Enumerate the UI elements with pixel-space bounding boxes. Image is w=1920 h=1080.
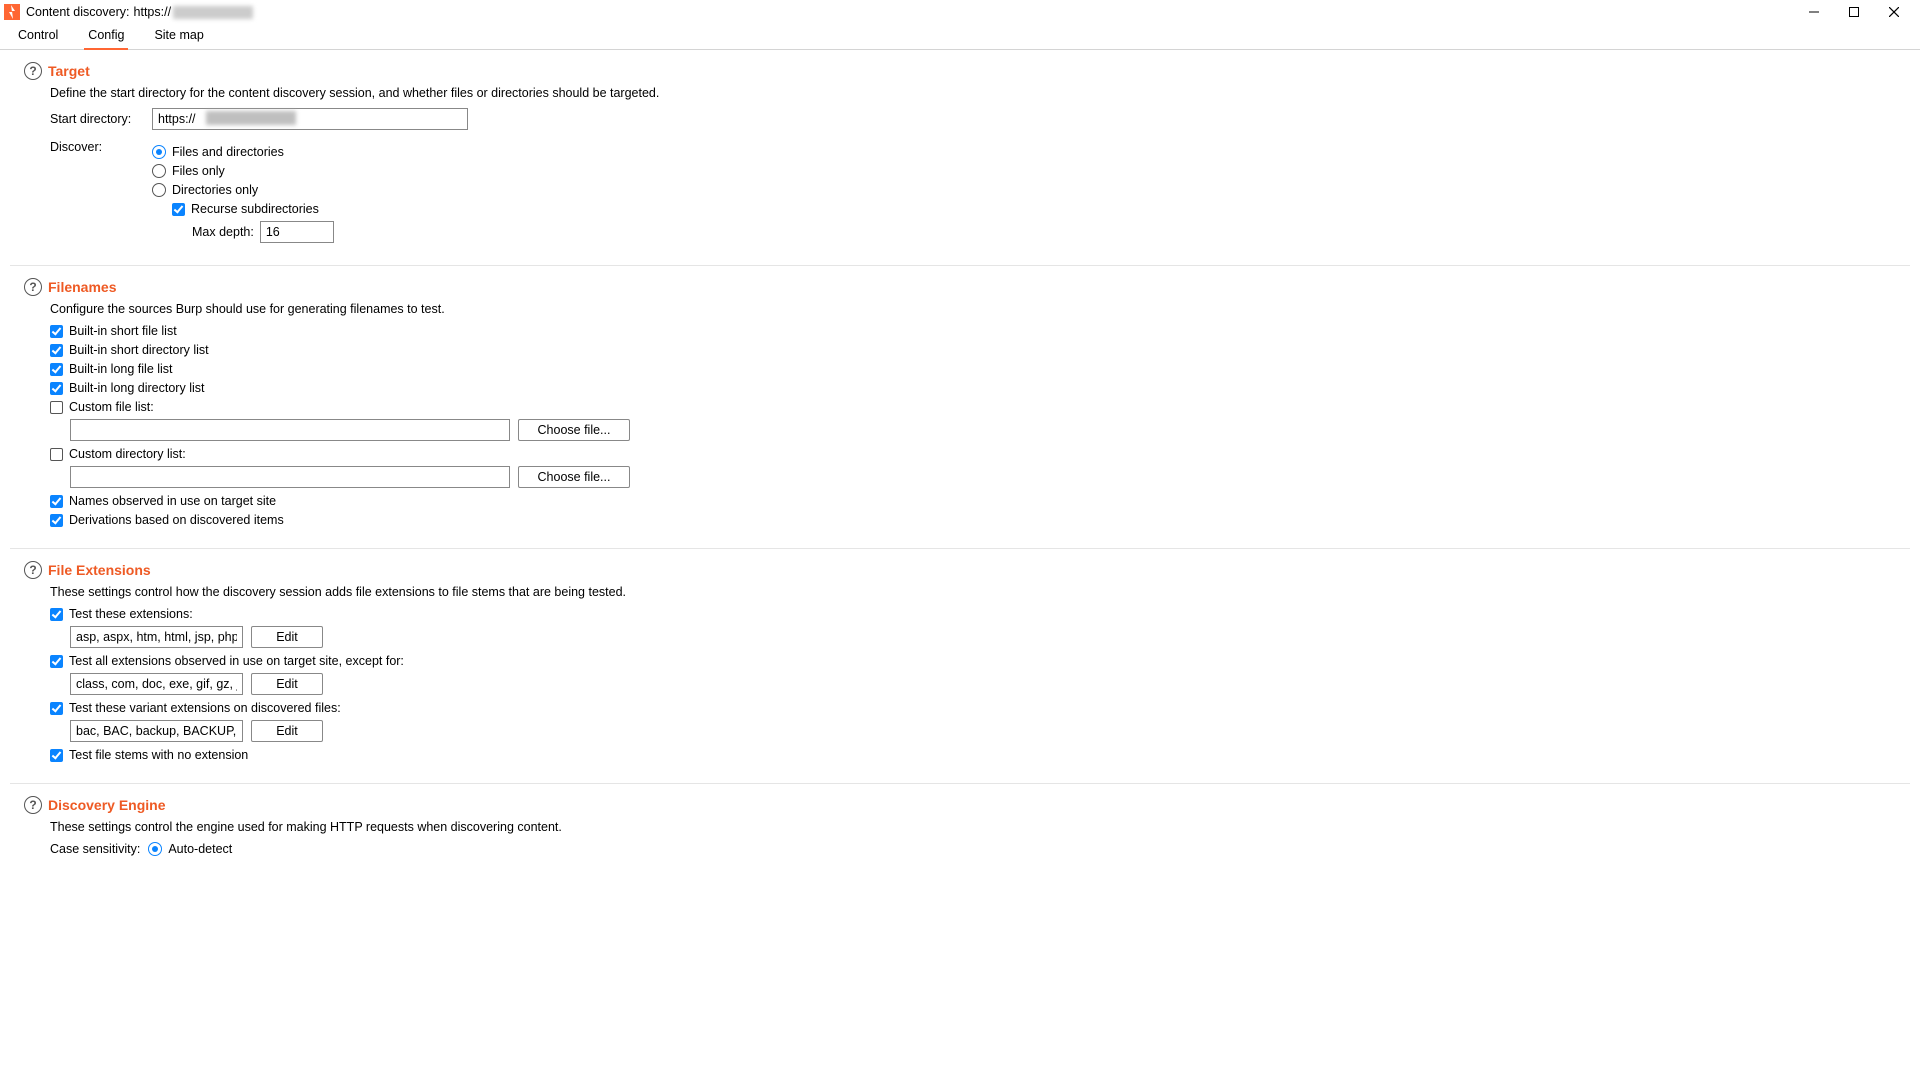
test-all-except-edit-button[interactable]: Edit	[251, 673, 323, 695]
case-sensitivity-label: Case sensitivity:	[50, 842, 140, 856]
checkbox-label: Derivations based on discovered items	[69, 513, 284, 527]
titlebar: Content discovery: https://	[0, 0, 1920, 24]
test-variant-input[interactable]	[70, 720, 243, 742]
names-observed-checkbox[interactable]	[50, 495, 63, 508]
help-icon[interactable]: ?	[24, 278, 42, 296]
checkbox-label: Custom file list:	[69, 400, 154, 414]
section-title: Target	[48, 63, 90, 79]
checkbox-label: Built-in short file list	[69, 324, 177, 338]
maximize-button[interactable]	[1834, 0, 1874, 24]
discover-label: Discover:	[50, 140, 144, 154]
app-icon	[4, 4, 20, 20]
checkbox-label: Built-in short directory list	[69, 343, 209, 357]
section-title: File Extensions	[48, 562, 151, 578]
custom-file-list-checkbox[interactable]	[50, 401, 63, 414]
start-directory-input[interactable]	[152, 108, 468, 130]
window-title-url: https://	[134, 5, 172, 19]
recurse-label: Recurse subdirectories	[191, 202, 319, 216]
builtin-short-dir-checkbox[interactable]	[50, 344, 63, 357]
section-description: These settings control the engine used f…	[50, 820, 1896, 834]
start-directory-label: Start directory:	[50, 112, 144, 126]
case-auto-detect-radio[interactable]	[148, 842, 162, 856]
builtin-long-file-checkbox[interactable]	[50, 363, 63, 376]
discover-files-and-directories-radio[interactable]	[152, 145, 166, 159]
custom-dir-list-input[interactable]	[70, 466, 510, 488]
checkbox-label: Built-in long directory list	[69, 381, 204, 395]
derivations-checkbox[interactable]	[50, 514, 63, 527]
builtin-long-dir-checkbox[interactable]	[50, 382, 63, 395]
help-icon[interactable]: ?	[24, 796, 42, 814]
content-pane: ? Target Define the start directory for …	[0, 50, 1920, 1078]
checkbox-label: Names observed in use on target site	[69, 494, 276, 508]
custom-file-list-input[interactable]	[70, 419, 510, 441]
custom-file-choose-button[interactable]: Choose file...	[518, 419, 630, 441]
test-these-extensions-checkbox[interactable]	[50, 608, 63, 621]
discover-option-label: Files only	[172, 164, 225, 178]
max-depth-input[interactable]	[260, 221, 334, 243]
discover-option-label: Files and directories	[172, 145, 284, 159]
radio-label: Auto-detect	[168, 842, 232, 856]
custom-dir-choose-button[interactable]: Choose file...	[518, 466, 630, 488]
custom-dir-list-checkbox[interactable]	[50, 448, 63, 461]
section-discovery-engine: ? Discovery Engine These settings contro…	[10, 784, 1910, 878]
checkbox-label: Test file stems with no extension	[69, 748, 248, 762]
tab-sitemap[interactable]: Site map	[150, 24, 207, 50]
tab-config[interactable]: Config	[84, 24, 128, 50]
tab-bar: Control Config Site map	[0, 24, 1920, 50]
recurse-subdirectories-checkbox[interactable]	[172, 203, 185, 216]
section-title: Filenames	[48, 279, 116, 295]
checkbox-label: Test these extensions:	[69, 607, 193, 621]
test-variant-edit-button[interactable]: Edit	[251, 720, 323, 742]
checkbox-label: Test these variant extensions on discove…	[69, 701, 341, 715]
tab-control[interactable]: Control	[14, 24, 62, 50]
discover-directories-only-radio[interactable]	[152, 183, 166, 197]
help-icon[interactable]: ?	[24, 62, 42, 80]
section-description: Configure the sources Burp should use fo…	[50, 302, 1896, 316]
checkbox-label: Built-in long file list	[69, 362, 173, 376]
window-title-prefix: Content discovery:	[26, 5, 130, 19]
test-these-edit-button[interactable]: Edit	[251, 626, 323, 648]
test-variant-checkbox[interactable]	[50, 702, 63, 715]
close-button[interactable]	[1874, 0, 1914, 24]
section-description: Define the start directory for the conte…	[50, 86, 1896, 100]
minimize-button[interactable]	[1794, 0, 1834, 24]
section-description: These settings control how the discovery…	[50, 585, 1896, 599]
test-all-except-input[interactable]	[70, 673, 243, 695]
test-stems-noext-checkbox[interactable]	[50, 749, 63, 762]
section-title: Discovery Engine	[48, 797, 166, 813]
section-filenames: ? Filenames Configure the sources Burp s…	[10, 266, 1910, 549]
checkbox-label: Test all extensions observed in use on t…	[69, 654, 404, 668]
max-depth-label: Max depth:	[192, 225, 254, 239]
builtin-short-file-checkbox[interactable]	[50, 325, 63, 338]
section-target: ? Target Define the start directory for …	[10, 50, 1910, 266]
discover-files-only-radio[interactable]	[152, 164, 166, 178]
test-all-except-checkbox[interactable]	[50, 655, 63, 668]
test-these-extensions-input[interactable]	[70, 626, 243, 648]
checkbox-label: Custom directory list:	[69, 447, 186, 461]
section-file-extensions: ? File Extensions These settings control…	[10, 549, 1910, 784]
help-icon[interactable]: ?	[24, 561, 42, 579]
discover-option-label: Directories only	[172, 183, 258, 197]
